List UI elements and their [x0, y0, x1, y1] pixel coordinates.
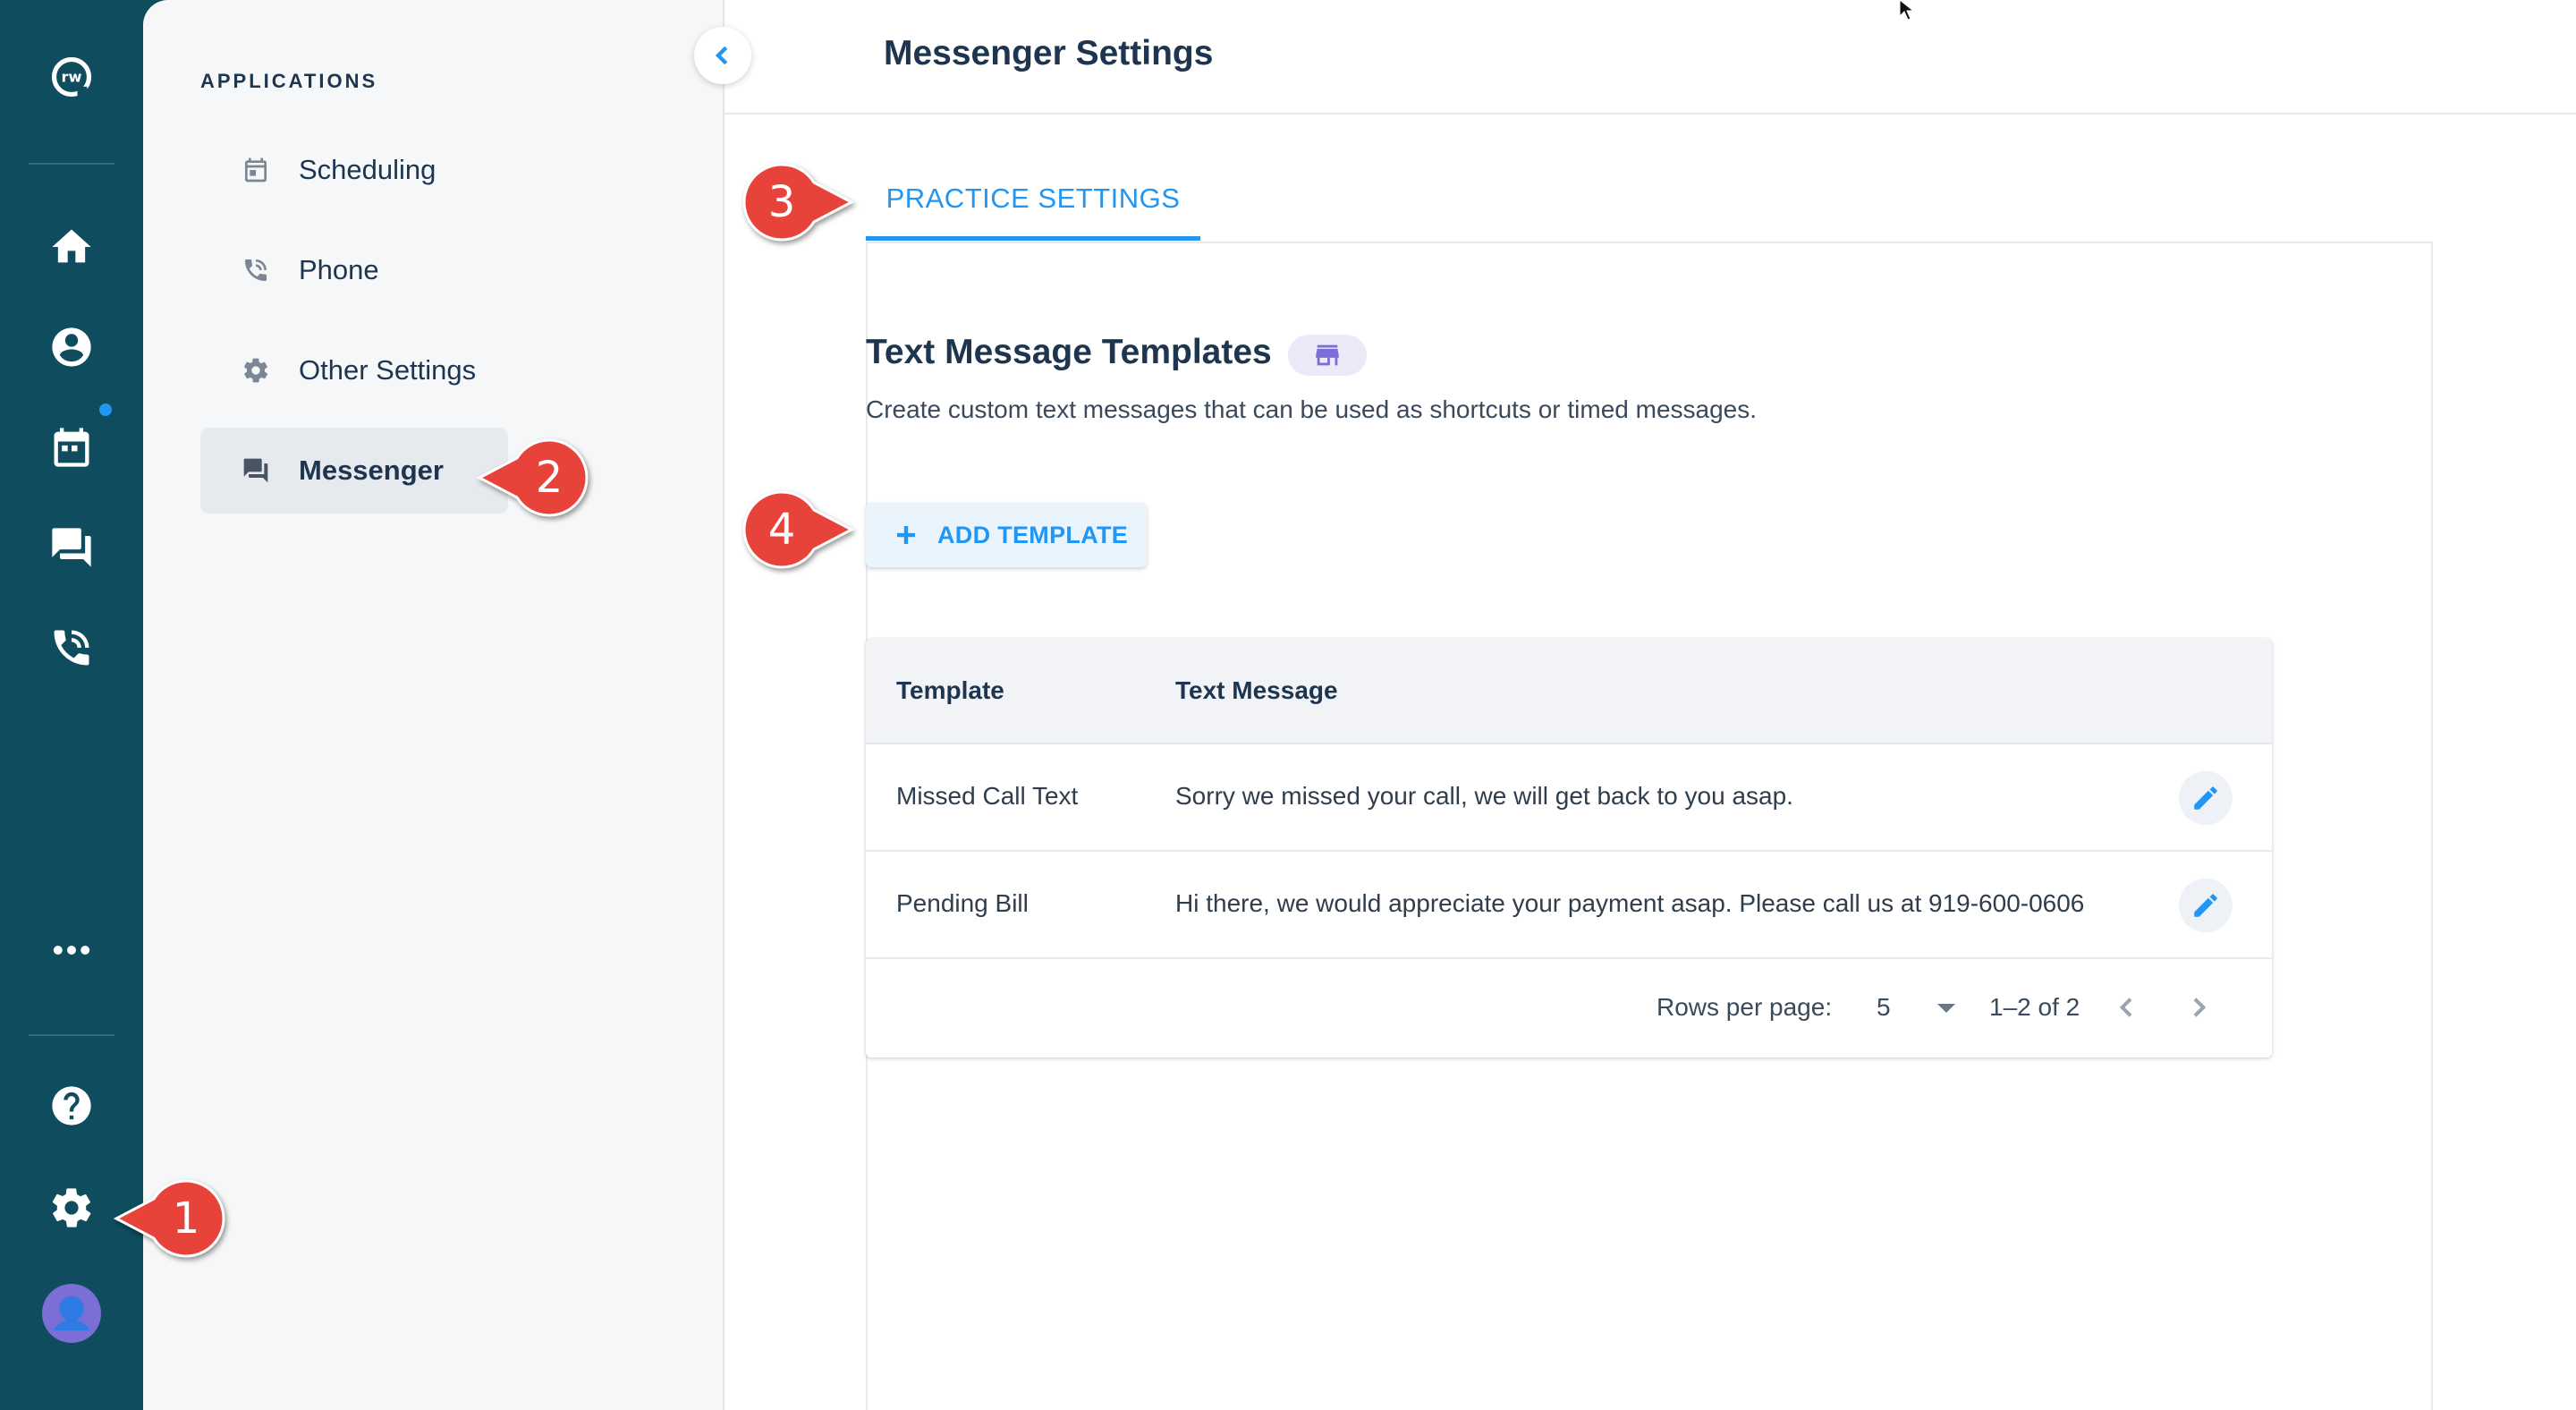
template-message: Hi there, we would appreciate your payme… [1175, 889, 2085, 917]
pagination-range: 1–2 of 2 [1989, 993, 2080, 1021]
next-page-icon[interactable] [2184, 993, 2213, 1022]
active-tab-indicator [866, 236, 1200, 241]
table-header: Template Text Message [866, 639, 2272, 744]
callout-4: 4 [741, 488, 855, 571]
chevron-left-icon [715, 46, 728, 65]
column-header-template[interactable]: Template [896, 676, 1004, 705]
template-name: Pending Bill [896, 889, 1029, 917]
table-row: Missed Call Text Sorry we missed your ca… [866, 744, 2272, 852]
main-content: Messenger Settings PRACTICE SETTINGS Tex… [724, 0, 2576, 1410]
edit-template-button[interactable] [2179, 879, 2233, 932]
rows-per-page-select[interactable]: 5 [1877, 993, 1891, 1022]
sidebar-item-label: Scheduling [299, 154, 436, 185]
table-row: Pending Bill Hi there, we would apprecia… [866, 852, 2272, 959]
section-label: APPLICATIONS [200, 70, 378, 92]
rail-divider [29, 1034, 114, 1036]
help-icon[interactable] [36, 1070, 107, 1142]
page-title: Messenger Settings [884, 34, 1214, 72]
template-name: Missed Call Text [896, 782, 1079, 810]
tab-practice-settings[interactable]: PRACTICE SETTINGS [866, 170, 1200, 242]
chat-icon [238, 453, 274, 488]
collapse-panel-button[interactable] [694, 27, 751, 84]
pencil-icon [2194, 786, 2217, 810]
add-template-label: ADD TEMPLATE [937, 521, 1129, 548]
sidebar-item-label: Other Settings [299, 354, 477, 386]
pencil-icon [2194, 894, 2217, 917]
sidebar-item-label: Messenger [299, 454, 444, 486]
notification-dot [99, 403, 112, 416]
callout-number: 4 [767, 505, 796, 555]
previous-page-icon[interactable] [2113, 993, 2141, 1022]
sidebar-item-messenger[interactable]: Messenger [200, 428, 508, 514]
settings-icon[interactable] [36, 1172, 107, 1244]
sidebar-item-other-settings[interactable]: Other Settings [200, 327, 508, 413]
callout-number: 1 [172, 1193, 200, 1244]
callout-1: 1 [113, 1177, 227, 1260]
templates-table: Template Text Message Missed Call Text S… [866, 639, 2272, 1058]
chat-icon[interactable] [36, 512, 107, 583]
callout-3: 3 [741, 161, 855, 243]
rows-per-page-label: Rows per page: [1657, 993, 1833, 1021]
column-header-text-message[interactable]: Text Message [1175, 676, 1338, 705]
mouse-cursor-icon [1899, 0, 1915, 21]
plus-icon [893, 522, 919, 548]
callout-number: 2 [535, 453, 564, 503]
edit-template-button[interactable] [2179, 771, 2233, 825]
phone-icon[interactable] [36, 612, 107, 684]
logo-icon[interactable]: rw [36, 41, 107, 113]
sidebar-item-label: Phone [299, 254, 379, 285]
section-description: Create custom text messages that can be … [866, 395, 1758, 423]
sidebar-item-phone[interactable]: Phone [200, 227, 508, 313]
callout-2: 2 [476, 437, 590, 519]
more-icon[interactable] [36, 914, 107, 986]
calendar-icon [238, 152, 274, 188]
applications-panel: APPLICATIONS Scheduling Phone Other Sett… [143, 0, 724, 1410]
store-badge [1288, 335, 1367, 376]
chevron-down-icon[interactable] [1937, 1004, 1955, 1013]
gear-icon [238, 352, 274, 388]
store-icon [1316, 344, 1339, 366]
table-pagination: Rows per page: 5 1–2 of 2 [866, 959, 2272, 1058]
phone-icon [238, 252, 274, 288]
rail-divider [29, 163, 114, 165]
template-message: Sorry we missed your call, we will get b… [1175, 782, 1793, 810]
home-icon[interactable] [36, 211, 107, 283]
section-title: Text Message Templates [866, 333, 1272, 371]
calendar-icon[interactable] [36, 412, 107, 483]
callout-number: 3 [767, 177, 796, 227]
person-icon[interactable] [36, 311, 107, 383]
avatar[interactable] [36, 1278, 107, 1349]
add-template-button[interactable]: ADD TEMPLATE [866, 503, 1147, 567]
sidebar-item-scheduling[interactable]: Scheduling [200, 127, 508, 213]
page-header: Messenger Settings [724, 0, 2576, 115]
svg-text:rw: rw [61, 68, 81, 85]
